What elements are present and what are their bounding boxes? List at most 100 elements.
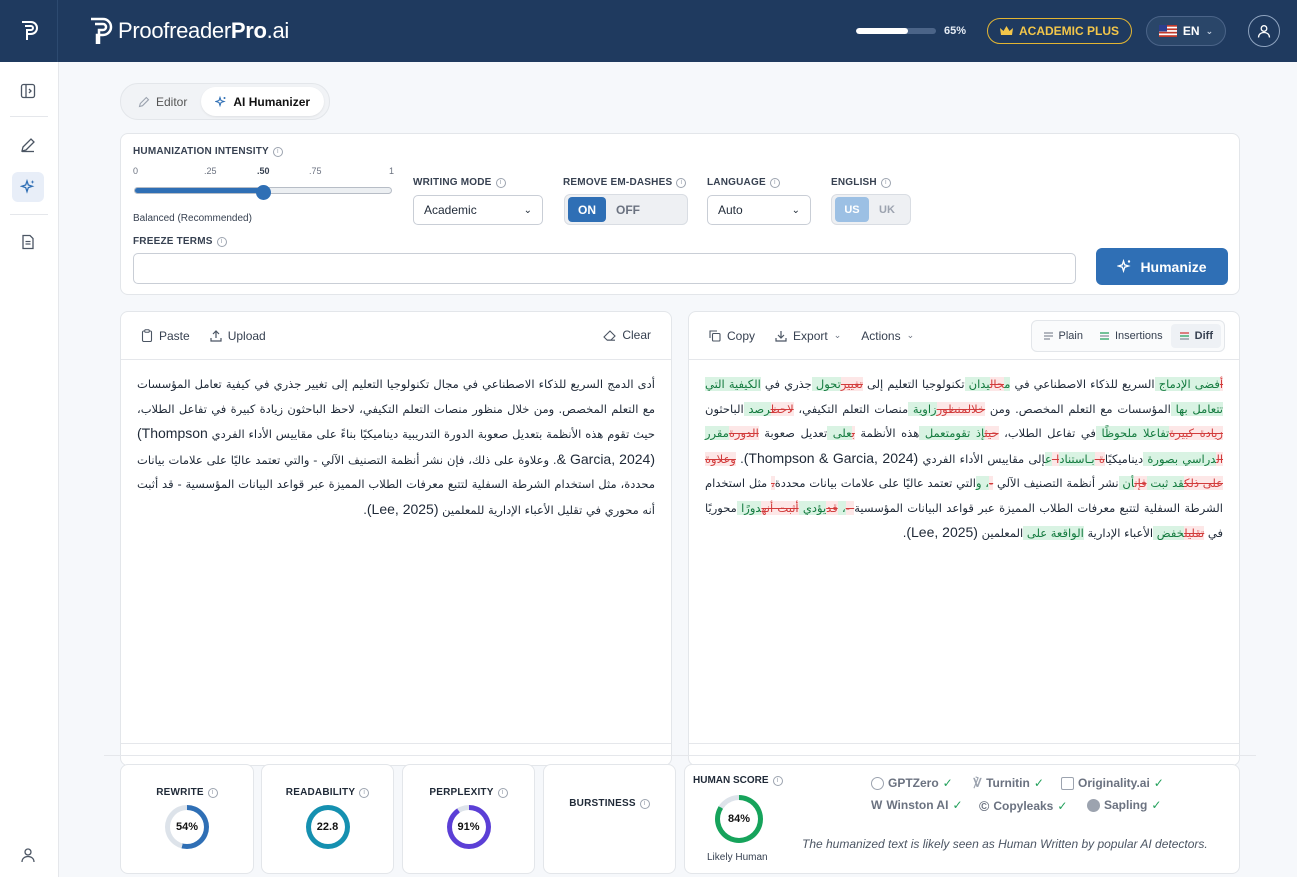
tab-ai-humanizer[interactable]: AI Humanizer: [201, 87, 325, 116]
chevron-down-icon: ⌄: [906, 330, 915, 340]
usage-progress: 65%: [856, 25, 966, 37]
em-dash-off[interactable]: OFF: [612, 203, 640, 217]
writing-mode-value: Academic: [424, 203, 477, 217]
rail-humanizer[interactable]: [12, 172, 44, 202]
plan-badge[interactable]: ACADEMIC PLUS: [987, 18, 1133, 44]
tab-editor-label: Editor: [156, 94, 188, 109]
copy-button[interactable]: Copy: [709, 329, 755, 343]
writing-mode-select[interactable]: Academic ⌄: [413, 195, 543, 225]
copyleaks-icon: ©: [979, 798, 990, 814]
sparkles-icon: [20, 179, 35, 194]
copy-icon: [709, 329, 721, 342]
diff-insertion: الإ: [1180, 377, 1191, 391]
info-icon[interactable]: i: [216, 236, 227, 247]
rail-editor[interactable]: [12, 130, 44, 160]
paste-button[interactable]: Paste: [141, 329, 190, 343]
diff-unchanged: الأعباء الإدارية: [1083, 526, 1154, 540]
chevron-down-icon: ⌄: [523, 204, 532, 216]
diff-deletion: -: [845, 500, 855, 515]
user-icon: [21, 848, 35, 863]
language-selector[interactable]: EN ⌄: [1146, 16, 1226, 46]
english-dialect-toggle[interactable]: US UK: [831, 194, 911, 225]
info-icon[interactable]: i: [880, 177, 891, 188]
check-icon: ✓: [942, 776, 953, 790]
humanize-button[interactable]: Humanize: [1096, 248, 1228, 285]
em-dash-label: REMOVE EM-DASHES i: [563, 177, 687, 188]
rail-account[interactable]: [12, 840, 44, 870]
language-select[interactable]: Auto ⌄: [707, 195, 811, 225]
info-icon[interactable]: i: [769, 177, 780, 188]
mode-tabs: Editor AI Humanizer: [120, 83, 330, 120]
sidebar-toggle-icon: [20, 83, 36, 99]
toggle-sidebar-button[interactable]: [12, 76, 44, 106]
em-dash-toggle[interactable]: ON OFF: [564, 194, 688, 225]
brand-suffix: .ai: [266, 18, 290, 43]
language-label: LANGUAGE i: [707, 177, 780, 188]
tick-label: .75: [309, 166, 322, 176]
user-menu-button[interactable]: [1248, 15, 1280, 47]
view-insertions[interactable]: Insertions: [1091, 324, 1171, 348]
info-icon[interactable]: i: [359, 787, 370, 798]
metric-ring: 91%: [446, 805, 491, 849]
dialect-uk[interactable]: UK: [873, 204, 895, 216]
freeze-terms-input[interactable]: [133, 253, 1076, 284]
detector-originality: Originality.ai ✓: [1061, 776, 1164, 790]
intensity-label: HUMANIZATION INTENSITY i: [133, 146, 283, 157]
metric-title: REWRITE i: [121, 787, 253, 798]
input-text-area[interactable]: أدى الدمج السريع للذكاء الاصطناعي في مجا…: [121, 360, 671, 522]
metric-rewrite: REWRITE i 54%: [120, 764, 254, 874]
diff-insertion: زاوية: [908, 401, 937, 416]
humanize-button-label: Humanize: [1140, 258, 1207, 275]
info-icon[interactable]: i: [495, 177, 506, 188]
view-plain[interactable]: Plain: [1035, 324, 1091, 348]
info-icon[interactable]: i: [639, 798, 650, 809]
clear-button[interactable]: Clear: [603, 328, 651, 342]
diff-unchanged: الباحثون: [705, 401, 744, 416]
brand-name: ProofreaderPro.ai: [118, 18, 289, 44]
sparkles-icon: [1117, 259, 1132, 274]
diff-deletion: تقليل: [1184, 526, 1205, 540]
paste-label: Paste: [159, 328, 190, 343]
insertions-icon: [1099, 332, 1109, 340]
diff-unchanged: جذري في: [760, 377, 812, 391]
diff-deletion: الدورة: [728, 426, 759, 440]
info-icon[interactable]: i: [676, 177, 687, 188]
tab-editor[interactable]: Editor: [124, 87, 201, 116]
metric-title: READABILITY i: [262, 787, 393, 798]
input-text-part: أدى الدمج السريع للذكاء الاصطناعي في مجا…: [137, 377, 655, 441]
diff-insertion: مقرر: [705, 426, 729, 440]
detector-name: Winston AI: [886, 798, 949, 812]
info-icon[interactable]: i: [207, 787, 218, 798]
diff-unchanged: السريع للذكاء الاصطناعي في: [1010, 377, 1155, 391]
info-icon[interactable]: i: [772, 775, 783, 786]
download-icon: [775, 330, 787, 342]
user-icon: [1257, 25, 1271, 38]
view-plain-label: Plain: [1058, 330, 1083, 342]
metric-value: 22.8: [310, 810, 345, 844]
input-toolbar: Paste Upload Clear: [121, 312, 671, 360]
output-text-area[interactable]: أفضى الإدماج السريع للذكاء الاصطناعي في …: [689, 360, 1239, 546]
diff-insertion: يدان: [964, 377, 990, 391]
upload-label: Upload: [227, 328, 266, 343]
diff-unchanged: إلى: [1024, 451, 1046, 466]
dialect-us[interactable]: US: [835, 197, 869, 222]
info-icon[interactable]: i: [272, 146, 283, 157]
info-icon[interactable]: i: [497, 787, 508, 798]
diff-insertion: على: [827, 426, 852, 440]
view-diff[interactable]: Diff: [1170, 324, 1221, 348]
slider-thumb[interactable]: [256, 185, 271, 200]
output-toolbar: Copy Export ⌄ Actions ⌄ Plain Insertions…: [689, 312, 1239, 360]
export-button[interactable]: Export ⌄: [775, 329, 841, 343]
em-dash-on[interactable]: ON: [568, 197, 606, 222]
metric-title: PERPLEXITY i: [403, 787, 534, 798]
brand-bold: Pro: [230, 18, 267, 43]
rail-logo[interactable]: [0, 0, 58, 62]
rail-documents[interactable]: [12, 227, 44, 257]
view-insertions-label: Insertions: [1114, 330, 1163, 342]
actions-menu[interactable]: Actions ⌄: [861, 329, 914, 343]
turnitin-icon: ℣: [973, 776, 983, 790]
diff-unchanged: التي تعتمد عاليًا على علامات بيانات محدد…: [774, 476, 976, 490]
brand-logo[interactable]: ProofreaderPro.ai: [88, 16, 289, 46]
upload-button[interactable]: Upload: [210, 329, 266, 343]
check-icon: ✓: [1057, 799, 1068, 813]
